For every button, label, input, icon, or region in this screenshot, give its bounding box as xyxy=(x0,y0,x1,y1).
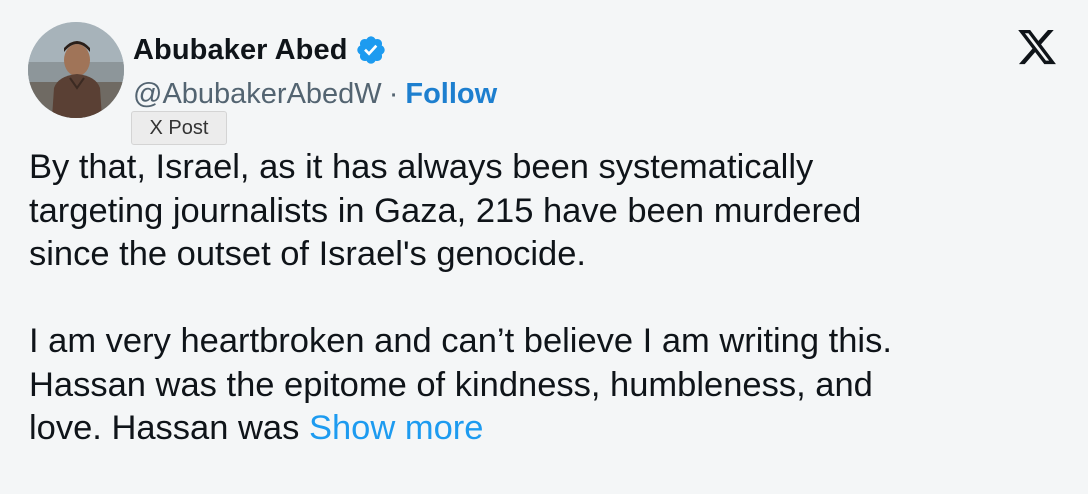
post-line: Hassan was the epitome of kindness, humb… xyxy=(29,365,873,404)
author-handle[interactable]: @AbubakerAbedW xyxy=(133,78,382,111)
post-body: By that, Israel, as it has always been s… xyxy=(29,146,1069,451)
author-display-name[interactable]: Abubaker Abed xyxy=(133,34,348,67)
show-more-link[interactable]: Show more xyxy=(309,409,484,447)
post-paragraph-1: By that, Israel, as it has always been s… xyxy=(29,146,1069,277)
embedded-post-card: Abubaker Abed @AbubakerAbedW · Follow X … xyxy=(0,0,1088,494)
post-line: By that, Israel, as it has always been s… xyxy=(29,148,814,186)
post-line: I am very heartbroken and can’t believe … xyxy=(29,322,892,360)
follow-button[interactable]: Follow xyxy=(405,78,497,111)
author-handle-row: @AbubakerAbedW · Follow xyxy=(133,74,497,114)
x-logo-icon[interactable] xyxy=(1016,26,1058,68)
post-paragraph-2: I am very heartbroken and can’t believe … xyxy=(29,320,1069,451)
x-post-tooltip: X Post xyxy=(131,111,227,145)
avatar-photo xyxy=(28,22,124,118)
avatar[interactable] xyxy=(28,22,124,118)
author-name-row: Abubaker Abed xyxy=(133,28,387,72)
separator-dot: · xyxy=(388,77,399,110)
post-line: targeting journalists in Gaza, 215 have … xyxy=(29,191,862,230)
post-line: since the outset of Israel's genocide. xyxy=(29,235,587,273)
post-line: love. Hassan was xyxy=(29,409,309,447)
verified-badge-icon xyxy=(355,34,387,66)
